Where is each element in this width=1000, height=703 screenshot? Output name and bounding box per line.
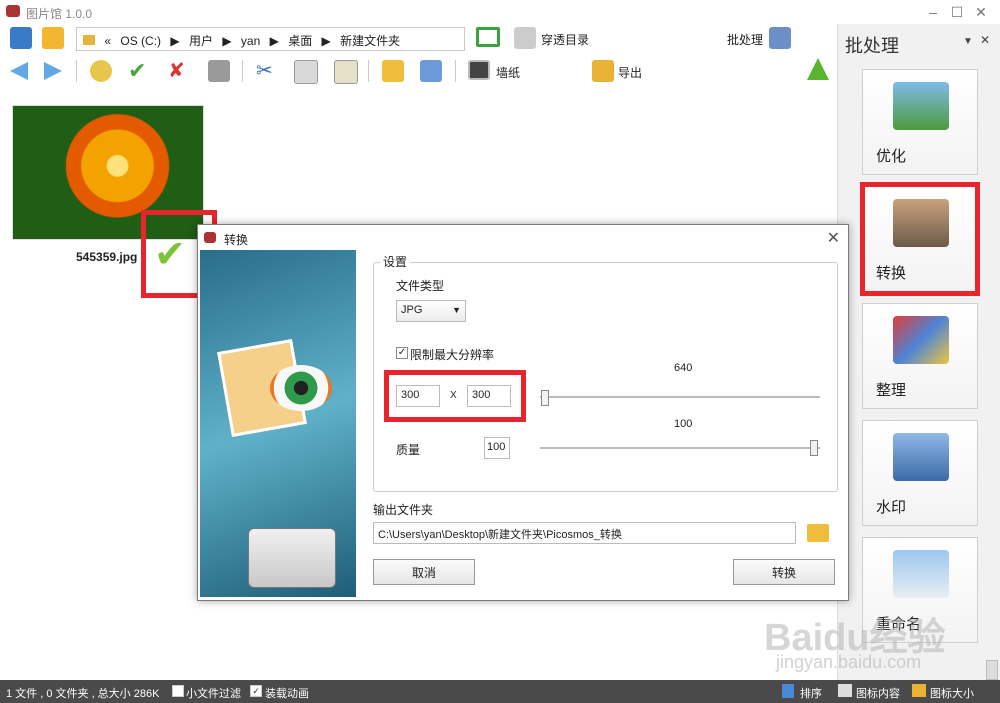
- panel-item-optimize[interactable]: 优化: [862, 69, 978, 175]
- watermark-icon: [893, 433, 949, 481]
- panel-close-icon[interactable]: ✕: [980, 33, 990, 47]
- quality-label: 质量: [396, 443, 421, 457]
- camera-icon: [248, 528, 336, 588]
- up-arrow-icon[interactable]: [807, 58, 829, 80]
- user-icon[interactable]: [90, 60, 112, 82]
- load-anim-label: 装载动画: [265, 688, 309, 700]
- icon-content-button[interactable]: 图标内容: [856, 685, 900, 701]
- highlight-box: [860, 182, 980, 296]
- status-summary: 1 文件 , 0 文件夹 , 总大小 286K: [6, 688, 160, 700]
- settings-group-title: 设置: [380, 253, 411, 270]
- dialog-illustration: [200, 250, 356, 597]
- app-logo-icon: [6, 5, 20, 17]
- icon-size-icon: [912, 684, 926, 697]
- organize-icon: [893, 316, 949, 364]
- title-bar: [0, 0, 1000, 24]
- convert-dialog: 转换 ✕ 设置 文件类型 JPG ▼ ✓ 限制最大分辨率 640 300 X 3…: [197, 224, 849, 601]
- new-folder-icon[interactable]: [382, 60, 404, 82]
- batch-button[interactable]: 批处理: [727, 31, 763, 48]
- convert-button[interactable]: 转换: [733, 559, 835, 585]
- paste-icon[interactable]: [334, 60, 358, 84]
- output-folder-label: 输出文件夹: [373, 503, 434, 517]
- sort-button[interactable]: 排序: [800, 685, 822, 701]
- check-icon[interactable]: ✔: [128, 58, 146, 84]
- baidu-watermark-url: jingyan.baidu.com: [776, 652, 922, 672]
- path-yan[interactable]: yan: [241, 34, 260, 48]
- browse-folder-icon[interactable]: [807, 524, 829, 542]
- resolution-slider-thumb[interactable]: [541, 390, 549, 406]
- chevron-right-icon: ▶: [222, 34, 232, 48]
- panel-item-watermark[interactable]: 水印: [862, 420, 978, 526]
- path-back[interactable]: «: [104, 34, 111, 48]
- icon-content-icon: [838, 684, 852, 697]
- export-icon[interactable]: [592, 60, 614, 82]
- close-button[interactable]: ✕: [970, 3, 992, 21]
- small-file-filter-label: 小文件过滤: [186, 688, 241, 700]
- resolution-slider-track[interactable]: [540, 396, 820, 399]
- quality-input[interactable]: 100: [484, 437, 510, 459]
- thumbnail-name: 545359.jpg: [76, 250, 138, 264]
- dialog-close-button[interactable]: ✕: [827, 228, 840, 248]
- divider: [242, 60, 243, 82]
- dialog-logo-icon: [204, 232, 216, 243]
- wallpaper-button[interactable]: 墙纸: [496, 64, 520, 81]
- output-folder-input[interactable]: C:\Users\yan\Desktop\新建文件夹\Picosmos_转换: [373, 522, 796, 544]
- batch-icon[interactable]: [769, 27, 791, 49]
- path-folder[interactable]: 新建文件夹: [340, 34, 400, 48]
- divider: [76, 60, 77, 82]
- uncheck-icon[interactable]: ✘: [168, 58, 185, 83]
- limit-label: 限制最大分辨率: [410, 348, 495, 362]
- quality-slider-thumb[interactable]: [810, 440, 818, 456]
- panel-item-organize[interactable]: 整理: [862, 303, 978, 409]
- path-drive[interactable]: OS (C:): [120, 34, 161, 48]
- highlight-box: [384, 370, 526, 422]
- divider: [455, 60, 456, 82]
- chevron-right-icon: ▶: [321, 34, 331, 48]
- app-title: 图片馆 1.0.0: [26, 7, 93, 21]
- tree-view-icon[interactable]: [10, 27, 32, 49]
- maximize-button[interactable]: ☐: [946, 3, 968, 21]
- eye-icon: [270, 365, 332, 411]
- quality-value: 100: [674, 418, 693, 430]
- through-dir-icon[interactable]: [514, 27, 536, 49]
- copy-icon[interactable]: [294, 60, 318, 84]
- folder-up-icon[interactable]: [42, 27, 64, 49]
- load-anim-checkbox[interactable]: ✓: [250, 685, 262, 697]
- sort-icon: [782, 684, 794, 698]
- limit-checkbox[interactable]: ✓: [396, 347, 408, 359]
- selected-check-icon: ✔: [154, 234, 186, 276]
- chevron-right-icon: ▶: [269, 34, 279, 48]
- small-file-filter-checkbox[interactable]: [172, 685, 184, 697]
- trash-icon[interactable]: [208, 60, 230, 82]
- icon-size-button[interactable]: 图标大小: [930, 685, 974, 701]
- resolution-value: 640: [674, 362, 693, 374]
- back-arrow-icon[interactable]: [10, 62, 28, 80]
- address-bar[interactable]: « OS (C:) ▶ 用户 ▶ yan ▶ 桌面 ▶ 新建文件夹: [76, 27, 465, 51]
- through-dir-button[interactable]: 穿透目录: [541, 31, 589, 48]
- export-button[interactable]: 导出: [618, 64, 642, 81]
- folder-icon: [83, 35, 95, 45]
- quality-slider-track[interactable]: [540, 447, 820, 450]
- path-users[interactable]: 用户: [189, 34, 213, 48]
- status-bar: 1 文件 , 0 文件夹 , 总大小 286K 小文件过滤 ✓ 装载动画 排序 …: [0, 680, 1000, 703]
- panel-menu-icon[interactable]: ▼: [963, 36, 973, 47]
- divider: [368, 60, 369, 82]
- path-desktop[interactable]: 桌面: [288, 34, 312, 48]
- panel-title: 批处理: [845, 36, 899, 56]
- panel-scrollbar[interactable]: [986, 660, 998, 680]
- rename-icon: [893, 550, 949, 598]
- wallpaper-icon[interactable]: [468, 60, 490, 80]
- chevron-right-icon: ▶: [170, 34, 180, 48]
- forward-arrow-icon[interactable]: [44, 62, 62, 80]
- refresh-icon[interactable]: [476, 27, 500, 47]
- cut-icon[interactable]: ✂: [256, 58, 273, 83]
- file-type-select[interactable]: JPG ▼: [396, 300, 466, 322]
- minimize-button[interactable]: –: [922, 3, 944, 21]
- cancel-button[interactable]: 取消: [373, 559, 475, 585]
- optimize-icon: [893, 82, 949, 130]
- dropdown-arrow-icon: ▼: [452, 305, 461, 315]
- file-type-label: 文件类型: [396, 279, 445, 293]
- dialog-title: 转换: [224, 233, 249, 247]
- slideshow-icon[interactable]: [420, 60, 442, 82]
